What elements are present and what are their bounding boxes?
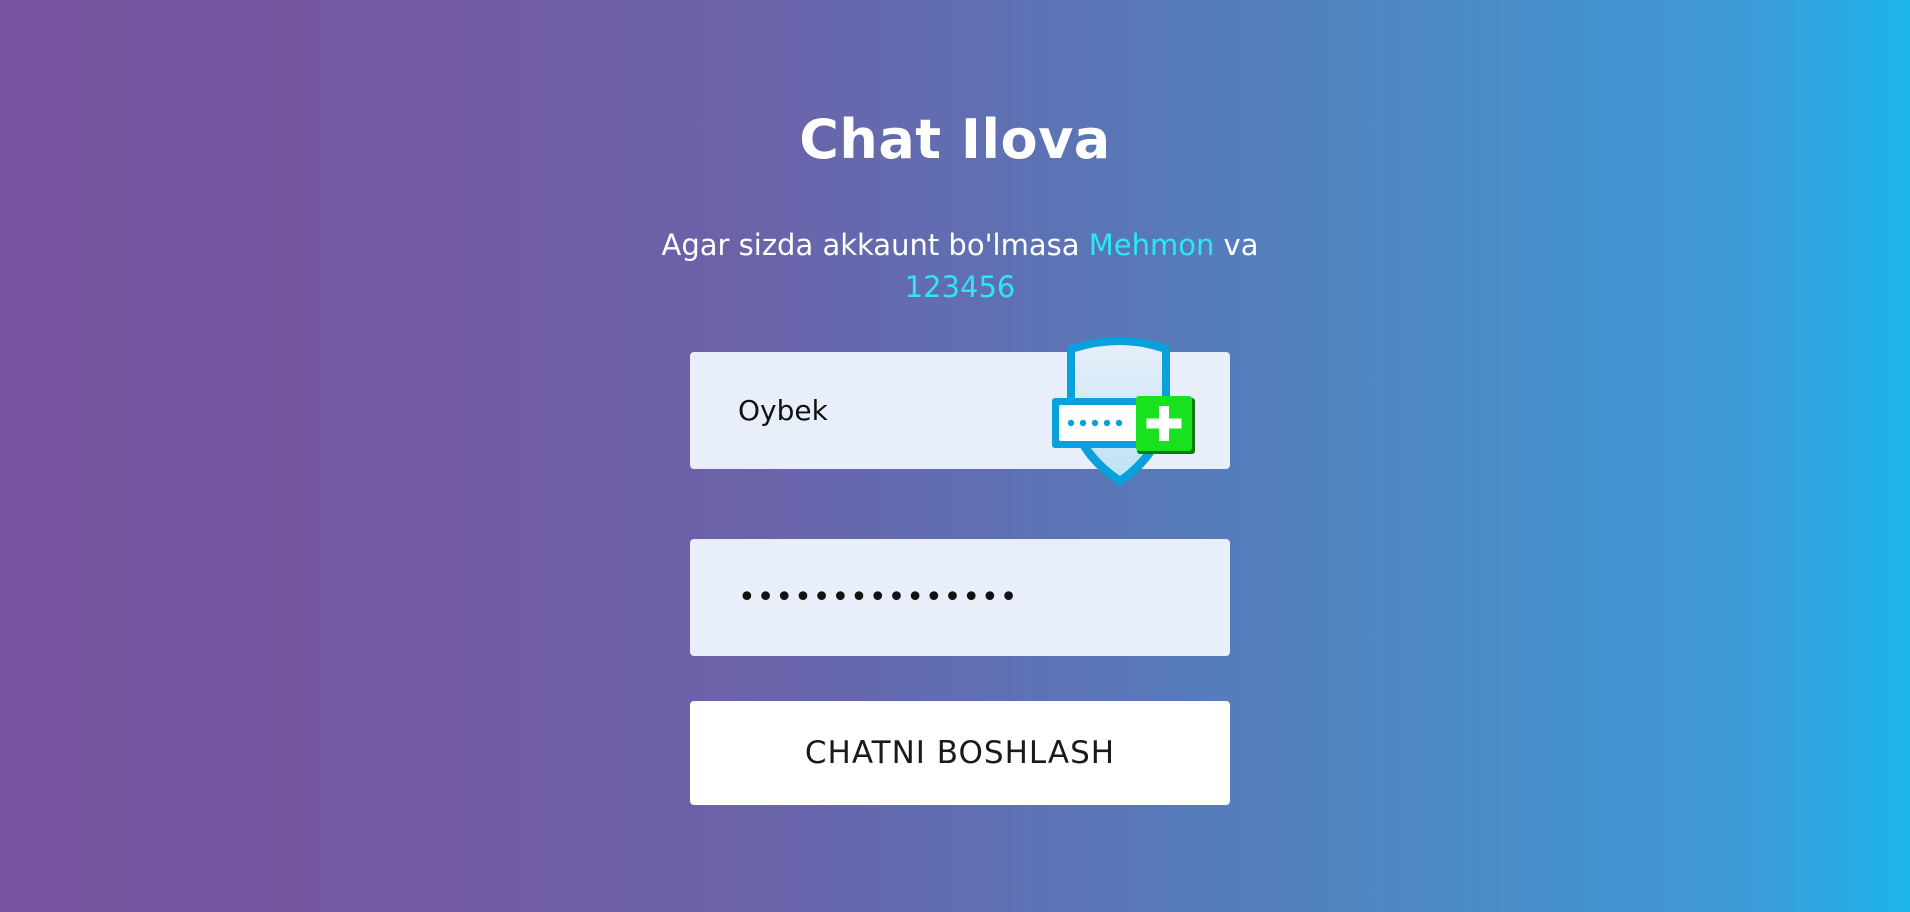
hint-text-before: Agar sizda akkaunt bo'lmasa — [661, 228, 1089, 262]
guest-password-hint: 123456 — [904, 270, 1016, 304]
hint-text-middle: va — [1214, 228, 1259, 262]
guest-credentials-hint: Agar sizda akkaunt bo'lmasa Mehmon va 12… — [655, 224, 1265, 308]
login-page: Chat Ilova Agar sizda akkaunt bo'lmasa M… — [0, 0, 1910, 912]
password-field[interactable]: ••••••••••••••• — [690, 539, 1230, 656]
password-masked-value: ••••••••••••••• — [738, 580, 1019, 615]
page-title: Chat Ilova — [799, 108, 1111, 171]
guest-username-hint: Mehmon — [1088, 228, 1215, 262]
start-chat-button[interactable]: CHATNI BOSHLASH — [690, 701, 1230, 805]
username-value: Oybek — [738, 394, 828, 427]
password-manager-shield-icon[interactable] — [1050, 332, 1198, 488]
